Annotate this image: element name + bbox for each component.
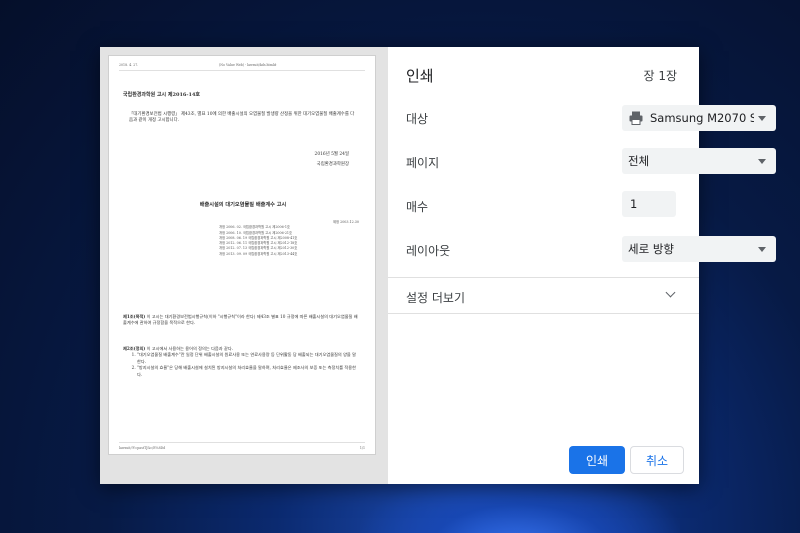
article-1-heading: 제1조(목적) (123, 314, 146, 319)
copies-input[interactable]: 1 (622, 191, 676, 217)
article-2: 제2조(정의) 이 고시에서 사용하는 용어의 정의는 다음과 같다. "대기오… (123, 346, 359, 378)
destination-label: 대상 (406, 112, 429, 126)
page-header-left: 2018. 4. 27. (119, 63, 139, 67)
cancel-button[interactable]: 취소 (630, 446, 684, 474)
article-2-heading: 제2조(정의) (123, 346, 146, 351)
print-preview-pane: 2018. 4. 27. (No Value Web) - lawsuit/kd… (100, 47, 388, 484)
destination-select[interactable]: Samsung M2070 Series (622, 105, 776, 131)
history-line: 개정 2013. 09. 09 국립환경과학원 고시 제2013-44호 (219, 251, 298, 256)
more-settings-toggle[interactable]: 설정 더보기 (388, 279, 699, 313)
notice-title: 국립환경과학원 고시 제2016-14호 (123, 92, 201, 98)
dropdown-arrow-icon (758, 158, 766, 164)
more-settings-label: 설정 더보기 (406, 291, 466, 305)
notice-org: 국립환경과학원장 (316, 162, 349, 167)
article-2-body: 이 고시에서 사용하는 용어의 정의는 다음과 같다. (145, 346, 233, 351)
article-1: 제1조(목적) 이 고시는 대기환경보전법시행규칙(이하 "시행규칙"이라 한다… (123, 314, 359, 327)
document-title: 배출시설의 대기오염물질 배출계수 고시 (199, 202, 287, 208)
sheet-count: 장 1장 (643, 69, 677, 83)
pages-label: 페이지 (406, 156, 440, 170)
article-2-item: "방지시설의 효율"은 당해 배출시설에 설치된 방지시설의 처리효율을 말하며… (137, 365, 359, 378)
print-settings-panel: 인쇄 장 1장 대상 Samsung M2070 Series 페이지 전체 매… (388, 47, 776, 484)
destination-value: Samsung M2070 Series (650, 111, 754, 125)
dialog-title: 인쇄 (406, 67, 434, 85)
layout-select[interactable]: 세로 방향 (622, 236, 776, 262)
print-dialog: 2018. 4. 27. (No Value Web) - lawsuit/kd… (100, 47, 776, 484)
page-footer-right: 1/1 (359, 446, 365, 450)
printer-icon (629, 111, 643, 125)
notice-lead-text: 「대기환경보전법 시행령」 제43조, 별표 10에 의한 배출시설의 오염물질… (129, 112, 355, 123)
page-header-center: (No Value Web) - lawsuit/kds.html# (219, 63, 277, 67)
settings-divider (388, 277, 699, 278)
layout-value: 세로 방향 (628, 242, 674, 256)
pages-select[interactable]: 전체 (622, 148, 776, 174)
page-header-rule (119, 70, 365, 71)
dropdown-arrow-icon (758, 115, 766, 121)
settings-divider (388, 313, 699, 314)
dropdown-arrow-icon (758, 246, 766, 252)
notice-date: 2016년 5월 24일 (314, 152, 349, 157)
pages-value: 전체 (628, 154, 650, 168)
article-2-item: "대기오염물질 배출계수"란 일정 단위 배출시설의 원료사용 또는 연료사용량… (137, 352, 359, 365)
revision-history: 제정 2003.12.30 개정 2006. 02. 국립환경과학원 고시 제2… (219, 220, 359, 257)
chevron-down-icon (665, 287, 676, 298)
page-footer-rule (119, 442, 365, 443)
article-1-body: 이 고시는 대기환경보전법시행규칙(이하 "시행규칙"이라 한다) 제43조 별… (123, 314, 358, 326)
print-button[interactable]: 인쇄 (569, 446, 625, 474)
page-footer-left: lawsuit/?f=pastTJ&c/E%8Dd (119, 446, 166, 450)
copies-label: 매수 (406, 200, 429, 214)
preview-page: 2018. 4. 27. (No Value Web) - lawsuit/kd… (108, 55, 376, 455)
layout-label: 레이아웃 (406, 244, 451, 258)
